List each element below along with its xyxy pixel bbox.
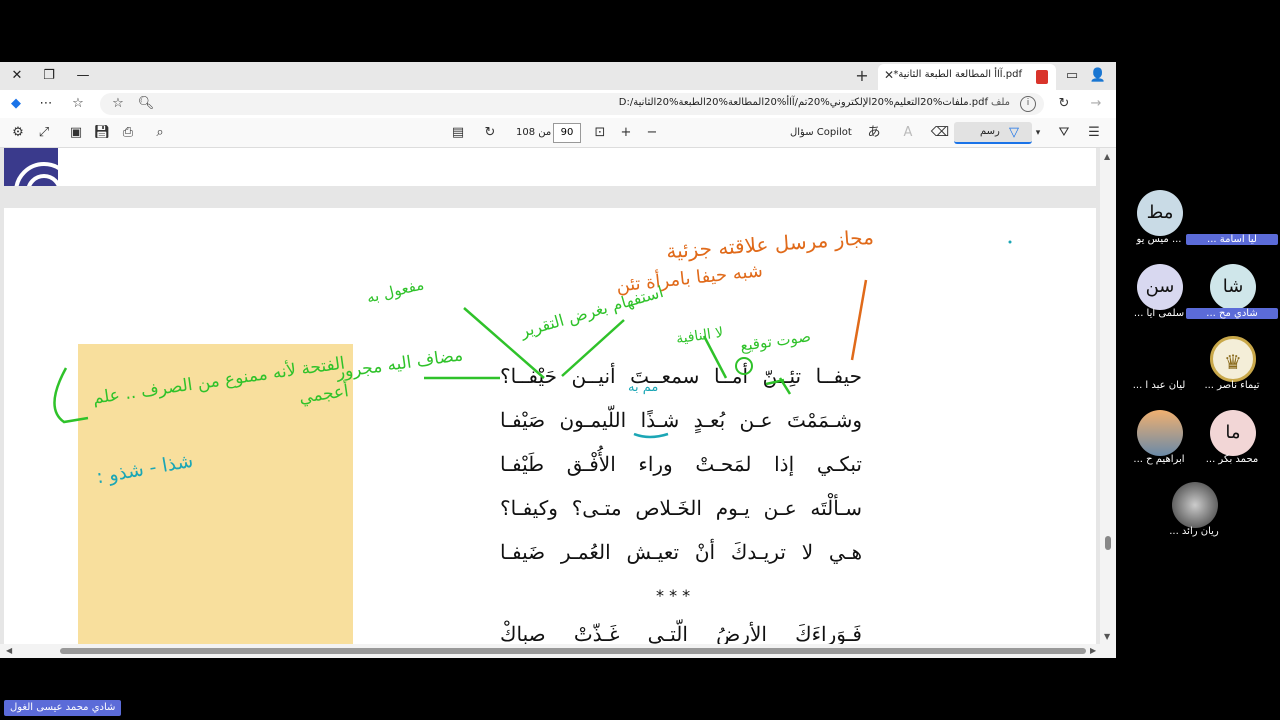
pen-icon: ▽ — [1009, 125, 1019, 140]
scroll-up-icon[interactable]: ▲ — [1104, 152, 1110, 161]
avatar: ما — [1210, 410, 1256, 456]
draw-label: رسم — [980, 126, 1000, 137]
copilot-button[interactable]: سؤال Copilot — [790, 127, 852, 138]
text-icon[interactable]: A — [898, 123, 918, 143]
fit-page-icon[interactable]: ⊡ — [590, 123, 610, 143]
address-bar-row: ◆ ⋯ ☆ ☆ 🔍︎ D:/ملفات%20التعليم%20الإلكترو… — [0, 90, 1116, 118]
photo-avatar — [1172, 482, 1218, 528]
read-aloud-icon[interactable]: あ — [864, 123, 884, 143]
participant-name: تيماء ناصر ... — [1204, 380, 1260, 391]
address-file-label: ملف — [990, 97, 1010, 108]
horizontal-scroll-thumb[interactable] — [60, 648, 1086, 654]
page-logo — [4, 148, 58, 186]
previous-page — [4, 148, 1096, 186]
tab-pdf[interactable]: ✕ *آاأ المطالعة الطبعة الثانية.pdf — [878, 64, 1056, 90]
participant-tile[interactable]: شا شادي مح ... — [1186, 264, 1280, 324]
participant-tile[interactable]: ريان رائد ... — [1148, 482, 1244, 542]
vertical-scroll-thumb[interactable] — [1105, 536, 1111, 550]
screen: ✕ ❐ — + ✕ *آاأ المطالعة الطبعة الثانية.p… — [0, 0, 1280, 720]
address-bar[interactable]: ☆ 🔍︎ D:/ملفات%20التعليم%20الإلكتروني%20ت… — [100, 93, 1044, 115]
settings-icon[interactable]: ⚙ — [8, 123, 28, 143]
restore-window-icon[interactable]: ❐ — [38, 66, 60, 86]
horizontal-scrollbar[interactable]: ◀ ▶ — [0, 644, 1100, 658]
zoom-icon[interactable]: 🔍︎ — [136, 94, 156, 114]
pdf-viewport[interactable]: حيفــا تئِــنّ أمــا سمعــتَ أنيــن حَيْ… — [0, 148, 1100, 644]
avatar — [1210, 190, 1256, 236]
emblem-avatar: ♛ — [1210, 336, 1256, 382]
copilot-icon[interactable]: ◆ — [6, 94, 26, 114]
tab-actions-icon[interactable]: ▭ — [1062, 66, 1082, 86]
forward-icon[interactable]: → — [1086, 94, 1106, 114]
current-page: حيفــا تئِــنّ أمــا سمعــتَ أنيــن حَيْ… — [4, 208, 1096, 644]
scroll-right-icon[interactable]: ▶ — [1090, 646, 1096, 655]
highlight-icon[interactable]: ⛛ — [1054, 123, 1074, 143]
photo-avatar — [1137, 410, 1183, 456]
scroll-down-icon[interactable]: ▼ — [1104, 632, 1110, 641]
zoom-in-icon[interactable]: + — [616, 123, 636, 143]
profile-icon[interactable]: 👤 — [1088, 66, 1108, 86]
avatar: شا — [1210, 264, 1256, 310]
draw-button[interactable]: رسم ▽ — [954, 122, 1032, 144]
favorites-icon[interactable]: ☆ — [68, 94, 88, 114]
info-icon[interactable]: i — [1020, 96, 1036, 112]
search-icon[interactable]: ⌕ — [150, 123, 170, 143]
scroll-left-icon[interactable]: ◀ — [6, 646, 12, 655]
page-view-icon[interactable]: ▤ — [448, 123, 468, 143]
rotate-icon[interactable]: ↻ — [480, 123, 500, 143]
pdf-toolbar: ⚙ ⤢ ▣ 💾︎ ⎙ ⌕ ▤ ↻ من 108 90 ⊡ + − سؤال Co… — [0, 118, 1116, 148]
more-options-icon[interactable]: ⋯ — [36, 94, 56, 114]
avatar: مط — [1137, 190, 1183, 236]
title-bar: ✕ ❐ — + ✕ *آاأ المطالعة الطبعة الثانية.p… — [0, 62, 1116, 90]
contents-icon[interactable]: ☰ — [1084, 123, 1104, 143]
eraser-icon[interactable]: ⌫ — [930, 123, 950, 143]
refresh-icon[interactable]: ↻ — [1054, 94, 1074, 114]
print-icon[interactable]: ⎙ — [118, 123, 138, 143]
participant-tile[interactable]: ما محمد بكر ... — [1186, 410, 1280, 470]
participant-name: شادي مح ... — [1186, 308, 1278, 319]
save-as-icon[interactable]: ▣ — [66, 123, 86, 143]
draw-dropdown-icon[interactable]: ▾ — [1028, 123, 1048, 143]
close-window-icon[interactable]: ✕ — [6, 66, 28, 86]
save-icon[interactable]: 💾︎ — [92, 123, 112, 143]
zoom-out-icon[interactable]: − — [642, 123, 662, 143]
avatar: سن — [1137, 264, 1183, 310]
participant-name: ريان رائد ... — [1169, 526, 1219, 537]
page-number-input[interactable]: 90 — [553, 123, 581, 143]
new-tab-button[interactable]: + — [852, 66, 872, 86]
minimize-window-icon[interactable]: — — [72, 66, 94, 86]
address-url: D:/ملفات%20التعليم%20الإلكتروني%20تم/آاأ… — [618, 97, 988, 108]
fullscreen-icon[interactable]: ⤢ — [34, 123, 54, 143]
presenter-name-tag: شادي محمد عيسى الغول — [4, 700, 122, 716]
participant-tile[interactable]: ليا اسامة ... — [1186, 190, 1280, 250]
annotation-teal-1: مم به — [628, 380, 659, 395]
eagle-emblem-icon: ♛ — [1224, 350, 1242, 374]
participant-name: ليا اسامة ... — [1186, 234, 1278, 245]
add-favorite-icon[interactable]: ☆ — [108, 94, 128, 114]
pdf-file-icon — [1036, 70, 1048, 84]
browser-window: ✕ ❐ — + ✕ *آاأ المطالعة الطبعة الثانية.p… — [0, 62, 1116, 658]
participant-tile[interactable]: ♛ تيماء ناصر ... — [1186, 336, 1280, 396]
tab-title: *آاأ المطالعة الطبعة الثانية.pdf — [893, 69, 1022, 80]
page-count: من 108 — [516, 127, 552, 138]
avatar — [1137, 336, 1183, 382]
participant-name: محمد بكر ... — [1205, 454, 1259, 465]
